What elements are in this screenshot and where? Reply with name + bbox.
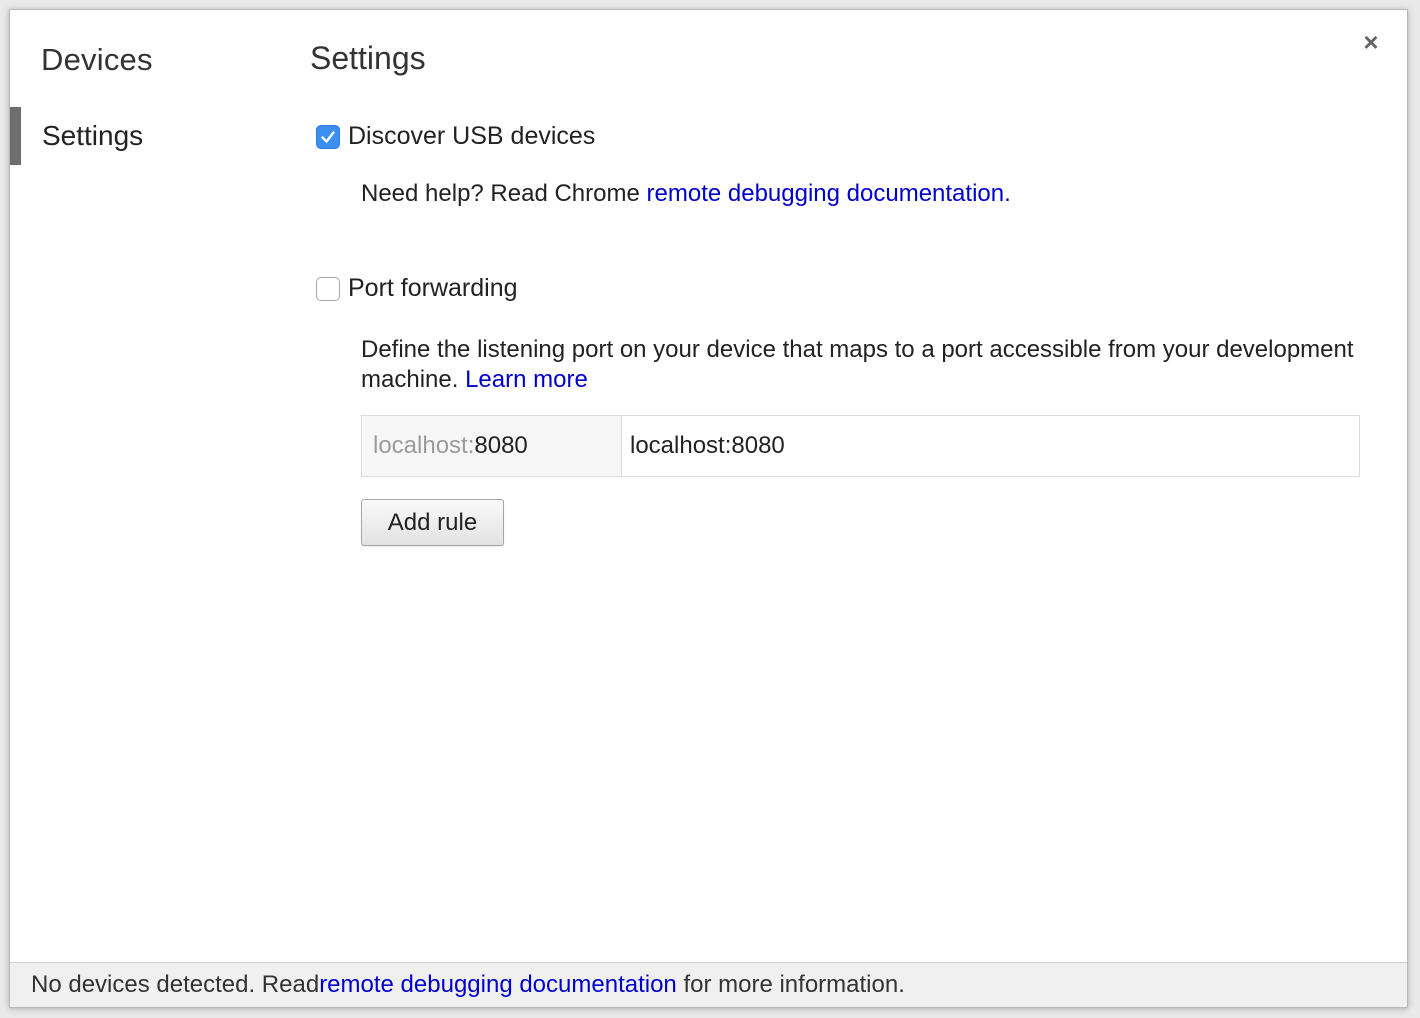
sidebar-item-label: Settings <box>42 120 144 151</box>
local-address-field[interactable]: localhost:8080 <box>622 416 1359 476</box>
status-footer: No devices detected. Read remote debuggi… <box>10 962 1407 1007</box>
selected-indicator <box>10 107 21 165</box>
port-forwarding-rule: localhost: 8080 localhost:8080 <box>361 415 1360 477</box>
port-forwarding-label: Port forwarding <box>348 274 518 302</box>
port-forwarding-option[interactable]: Port forwarding <box>316 274 518 303</box>
devices-dialog: Devices Settings × Settings Discover USB… <box>9 9 1408 1008</box>
footer-docs-link[interactable]: remote debugging documentation <box>319 971 677 999</box>
sidebar-item-settings[interactable]: Settings <box>10 107 280 165</box>
usb-help-prefix: Need help? Read Chrome <box>361 180 647 207</box>
port-forwarding-description: Define the listening port on your device… <box>361 335 1361 395</box>
page-title: Settings <box>310 40 426 76</box>
footer-prefix: No devices detected. Read <box>31 971 320 998</box>
discover-usb-option[interactable]: Discover USB devices <box>316 122 595 151</box>
device-port-value: 8080 <box>474 432 528 459</box>
port-forwarding-checkbox[interactable] <box>316 276 340 301</box>
footer-suffix: for more information. <box>676 971 905 998</box>
settings-panel: Settings Discover USB devices Need help?… <box>310 10 1380 960</box>
sidebar: Devices Settings <box>10 10 280 960</box>
usb-help-text: Need help? Read Chrome remote debugging … <box>361 180 1011 208</box>
discover-usb-label: Discover USB devices <box>348 122 596 150</box>
discover-usb-checkbox[interactable] <box>316 124 340 149</box>
add-rule-button[interactable]: Add rule <box>361 499 504 546</box>
device-port-field[interactable]: localhost: 8080 <box>362 416 622 476</box>
checkmark-icon <box>321 130 335 143</box>
sidebar-title: Devices <box>41 42 153 77</box>
device-port-prefix: localhost: <box>373 432 475 459</box>
remote-debugging-docs-link[interactable]: remote debugging documentation. <box>647 180 1011 207</box>
learn-more-link[interactable]: Learn more <box>465 366 588 393</box>
